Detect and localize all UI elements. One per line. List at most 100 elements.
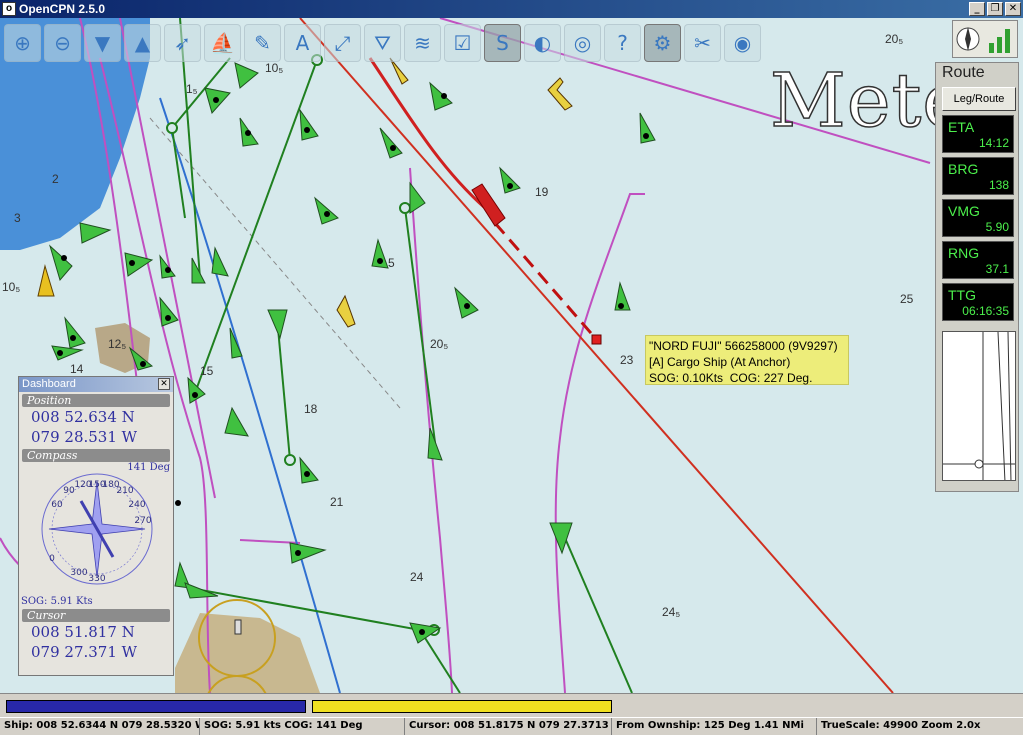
eta-value: 14:12: [978, 136, 1009, 150]
sounding-label: 2: [52, 172, 59, 186]
settings-icon[interactable]: ✎: [244, 24, 281, 62]
ais-tooltip-line1: "NORD FUJI" 566258000 (9V9297): [649, 339, 838, 353]
chart-bar[interactable]: [0, 693, 1023, 717]
svg-text:270: 270: [134, 516, 151, 526]
route-console: Route Leg/Route ETA 14:12 BRG 138 VMG 5.…: [935, 62, 1019, 492]
position-longitude: 079 28.531 W: [31, 428, 138, 446]
svg-text:330: 330: [88, 574, 105, 584]
svg-text:60: 60: [51, 500, 63, 510]
follow-boat-icon[interactable]: ⛵: [204, 24, 241, 62]
route-console-title: Route: [942, 64, 985, 81]
brg-box: BRG 138: [942, 157, 1014, 195]
zoom-out-icon[interactable]: ⊖: [44, 24, 81, 62]
ais-tooltip-line2: [A] Cargo Ship (At Anchor): [649, 355, 791, 369]
gps-compass-widget[interactable]: [952, 20, 1018, 58]
vmg-box: VMG 5.90: [942, 199, 1014, 237]
scale-up-icon[interactable]: ▲: [124, 24, 161, 62]
chart-bar-active-chart[interactable]: [6, 700, 306, 713]
ais-tooltip-line3: SOG: 0.10Kts COG: 227 Deg.: [649, 371, 813, 385]
sounding-label: 10₅: [2, 280, 20, 294]
sounding-label: 18: [304, 402, 318, 416]
chart-bar-available-chart[interactable]: [312, 700, 612, 713]
restore-button[interactable]: ❐: [987, 2, 1003, 16]
rng-value: 37.1: [985, 262, 1009, 276]
position-latitude: 008 52.634 N: [31, 408, 135, 426]
window-controls: _ ❐ ✕: [969, 2, 1021, 16]
boundary-line: [159, 97, 341, 693]
svg-text:90: 90: [63, 486, 75, 496]
ttg-value: 06:16:35: [962, 304, 1009, 318]
status-scale-zoom: TrueScale: 49900 Zoom 2.0x: [821, 720, 981, 731]
sounding-label: 21: [330, 495, 344, 509]
help-icon[interactable]: ?: [604, 24, 641, 62]
vmg-label: VMG: [948, 203, 980, 219]
sounding-label: 12₅: [108, 337, 126, 351]
minimize-button[interactable]: _: [969, 2, 985, 16]
tools-icon[interactable]: ✂: [684, 24, 721, 62]
compass-section-label: Compass: [22, 449, 170, 462]
eta-label: ETA: [948, 119, 975, 135]
mob-icon[interactable]: ◎: [564, 24, 601, 62]
tide-icon[interactable]: ≋: [404, 24, 441, 62]
status-ship-position: Ship: 008 52.6344 N 079 28.5320 W: [0, 718, 200, 735]
measure-icon[interactable]: ⤢: [324, 24, 361, 62]
cursor-latitude: 008 51.817 N: [31, 623, 135, 641]
dashboard-panel: Dashboard ✕ Position 008 52.634 N 079 28…: [18, 376, 174, 676]
brg-value: 138: [988, 178, 1009, 192]
ais-alert-target: [37, 264, 55, 297]
status-from-ownship: From Ownship: 125 Deg 1.41 NMi: [612, 718, 817, 735]
compass-rose-icon: 150120 180 210240270 90600 330300: [41, 473, 153, 585]
route-manager-icon[interactable]: ☑: [444, 24, 481, 62]
cursor-longitude: 079 27.371 W: [31, 643, 138, 661]
current-icon[interactable]: ⛛: [364, 24, 401, 62]
sounding-label: 24: [410, 570, 424, 584]
plugins-icon[interactable]: ⚙: [644, 24, 681, 62]
position-section-label: Position: [22, 394, 170, 407]
status-bar: Ship: 008 52.6344 N 079 28.5320 W SOG: 5…: [0, 717, 1023, 735]
text-icon[interactable]: A: [284, 24, 321, 62]
sounding-label: 24₅: [662, 605, 680, 619]
sounding-label: 1₅: [186, 82, 198, 96]
app-icon: o: [2, 2, 16, 16]
lighthouse-icon: [234, 619, 242, 635]
track-icon[interactable]: S: [484, 24, 521, 62]
chart-canvas[interactable]: 2 3 10₅ 1₅ 10₅ 19 25 23 20₅ 18 21 24 24₅…: [0, 18, 1023, 693]
zoom-in-icon[interactable]: ⊕: [4, 24, 41, 62]
ownship-track: [368, 57, 486, 210]
sounding-label: 19: [535, 185, 549, 199]
dashboard-sog: SOG: 5.91 Kts: [21, 596, 93, 607]
sounding-label: 15: [200, 364, 214, 378]
ttg-label: TTG: [948, 287, 976, 303]
sounding-label: 23: [620, 353, 634, 367]
dashboard-title-bar[interactable]: Dashboard ✕: [19, 377, 173, 392]
recommended-track: [149, 117, 401, 409]
color-scheme-icon[interactable]: ◐: [524, 24, 561, 62]
route-waypoint-marker: [591, 334, 602, 345]
heading-predictor: [493, 222, 599, 341]
north-arrow-icon: [956, 27, 980, 51]
land-area-south: [175, 613, 320, 693]
dashboard-close-button[interactable]: ✕: [158, 378, 170, 390]
title-bar: o OpenCPN 2.5.0 _ ❐ ✕: [0, 0, 1023, 18]
compass-heading: 141 Deg: [127, 462, 170, 473]
ttg-box: TTG 06:16:35: [942, 283, 1014, 321]
eta-box: ETA 14:12: [942, 115, 1014, 153]
sounding-label: 25: [900, 292, 914, 306]
vmg-value: 5.90: [985, 220, 1009, 234]
svg-text:210: 210: [116, 486, 133, 496]
svg-text:120: 120: [74, 480, 91, 490]
sounding-label: 14: [70, 362, 84, 376]
svg-text:300: 300: [70, 568, 87, 578]
cross-track-graph: [942, 331, 1016, 481]
svg-text:0: 0: [49, 554, 55, 564]
ais-target-tooltip: "NORD FUJI" 566258000 (9V9297) [A] Cargo…: [645, 335, 849, 385]
pan-icon[interactable]: ➶: [164, 24, 201, 62]
status-cursor-position: Cursor: 008 51.8175 N 079 27.3713 W: [405, 718, 612, 735]
leg-route-button[interactable]: Leg/Route: [942, 87, 1016, 111]
scale-down-icon[interactable]: ▼: [84, 24, 121, 62]
globe-icon[interactable]: ◉: [724, 24, 761, 62]
sounding-label: 20₅: [430, 337, 448, 351]
sounding-label: 20₅: [885, 32, 903, 46]
close-button[interactable]: ✕: [1005, 2, 1021, 16]
sounding-label: 5: [388, 256, 395, 270]
